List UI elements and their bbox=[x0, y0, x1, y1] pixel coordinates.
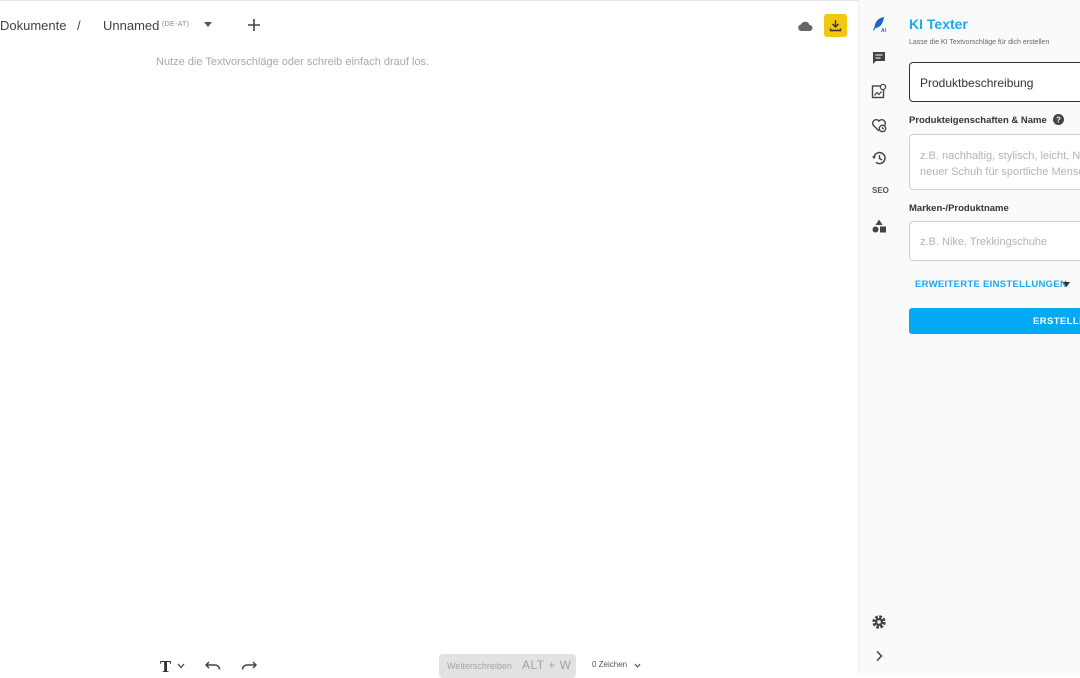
heart-clock-icon[interactable] bbox=[871, 117, 887, 133]
brand-placeholder: z.B. Nike, Trekkingschuhe bbox=[920, 236, 1048, 248]
character-count[interactable]: 0 Zeichen bbox=[592, 660, 627, 669]
language-tag: (DE-AT) bbox=[162, 21, 190, 28]
plus-icon[interactable] bbox=[246, 17, 262, 33]
breadcrumb-separator: / bbox=[77, 18, 81, 33]
caret-down-icon[interactable] bbox=[203, 19, 213, 29]
text-format-button[interactable]: T bbox=[160, 658, 171, 676]
tool-rail: AI SEO bbox=[858, 0, 899, 675]
advanced-settings-toggle[interactable]: ERWEITERTE EINSTELLUNGEN bbox=[915, 279, 1067, 290]
brand-label: Marken-/Produktname bbox=[909, 203, 1009, 214]
chat-icon[interactable] bbox=[871, 50, 887, 66]
brand-input[interactable]: z.B. Nike, Trekkingschuhe bbox=[909, 221, 1080, 261]
chevron-down-icon[interactable] bbox=[177, 663, 185, 669]
panel-subtitle: Lasse die KI Textvorschläge für dich ers… bbox=[909, 39, 1050, 46]
properties-placeholder-line-1: z.B. nachhaltig, stylisch, leicht, Nike bbox=[920, 150, 1080, 162]
gear-icon[interactable] bbox=[871, 614, 887, 630]
breadcrumb-documents[interactable]: Dokumente bbox=[0, 18, 66, 33]
properties-placeholder-line-2: neuer Schuh für sportliche Menschen bbox=[920, 166, 1080, 178]
continue-writing-shortcut: ALT + W bbox=[522, 658, 572, 672]
help-icon[interactable]: ? bbox=[1053, 114, 1064, 125]
document-header: Dokumente / Unnamed (DE-AT) bbox=[0, 0, 858, 52]
shapes-icon[interactable] bbox=[871, 218, 887, 234]
chevron-right-icon[interactable] bbox=[871, 648, 887, 664]
history-icon[interactable] bbox=[871, 150, 887, 166]
continue-writing-label: Weiterschreiben bbox=[447, 661, 512, 671]
caret-down-icon[interactable] bbox=[1063, 282, 1070, 287]
svg-text:?: ? bbox=[1056, 116, 1061, 125]
chevron-down-icon[interactable] bbox=[634, 663, 641, 668]
download-button[interactable] bbox=[824, 14, 847, 37]
cloud-saved-icon bbox=[798, 21, 813, 31]
svg-text:AI: AI bbox=[881, 28, 887, 32]
create-button-label: ERSTELLEN bbox=[1033, 316, 1080, 327]
properties-label: Produkteigenschaften & Name bbox=[909, 115, 1047, 126]
editor-placeholder[interactable]: Nutze die Textvorschläge oder schreib ei… bbox=[156, 56, 429, 68]
panel-title: KI Texter bbox=[909, 16, 968, 32]
create-button[interactable]: ERSTELLEN bbox=[909, 308, 1080, 334]
ai-feather-icon[interactable]: AI bbox=[871, 16, 887, 32]
undo-icon[interactable] bbox=[205, 660, 221, 672]
seo-tool[interactable]: SEO bbox=[872, 186, 889, 195]
document-name[interactable]: Unnamed bbox=[103, 18, 159, 33]
ai-writer-panel: KI Texter Lasse die KI Textvorschläge fü… bbox=[898, 0, 1080, 675]
download-icon bbox=[829, 20, 842, 32]
image-search-icon[interactable] bbox=[871, 83, 887, 99]
properties-textarea[interactable]: z.B. nachhaltig, stylisch, leicht, Nike … bbox=[909, 134, 1080, 190]
text-type-value: Produktbeschreibung bbox=[920, 76, 1034, 90]
text-type-select[interactable]: Produktbeschreibung bbox=[909, 62, 1080, 102]
continue-writing-button[interactable]: Weiterschreiben ALT + W bbox=[439, 654, 576, 678]
redo-icon[interactable] bbox=[241, 660, 257, 672]
properties-placeholder: z.B. nachhaltig, stylisch, leicht, Nike … bbox=[920, 148, 1080, 180]
